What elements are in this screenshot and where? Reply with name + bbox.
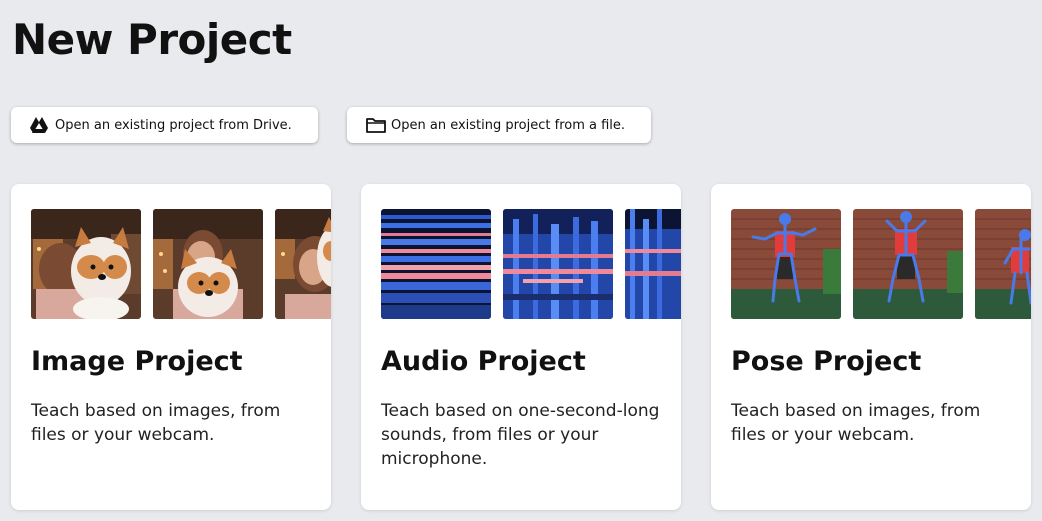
card-title: Image Project [31, 346, 243, 377]
open-from-file-button[interactable]: Open an existing project from a file. [347, 107, 651, 143]
card-title: Pose Project [731, 346, 922, 377]
card-description: Teach based on images, from files or you… [31, 401, 281, 445]
page-title: New Project [12, 15, 292, 64]
card-description: Teach based on images, from files or you… [731, 401, 981, 445]
pose-project-card[interactable]: Pose Project Teach based on images, from… [711, 184, 1031, 510]
audio-project-card[interactable]: Audio Project Teach based on one-second-… [361, 184, 681, 510]
google-drive-icon [29, 116, 51, 134]
thumbnail-image [31, 209, 141, 319]
image-project-thumbnails [31, 209, 331, 319]
thumbnail-image [275, 209, 331, 319]
folder-icon [365, 116, 387, 134]
open-from-drive-button[interactable]: Open an existing project from Drive. [11, 107, 318, 143]
audio-project-thumbnails [381, 209, 681, 319]
spectrogram-thumbnail [381, 209, 491, 319]
spectrogram-thumbnail [625, 209, 681, 319]
card-title: Audio Project [381, 346, 586, 377]
card-description: Teach based on one-second-long sounds, f… [381, 401, 660, 469]
thumbnail-image [153, 209, 263, 319]
pose-thumbnail [731, 209, 841, 319]
open-from-drive-label: Open an existing project from Drive. [55, 117, 292, 133]
open-from-file-label: Open an existing project from a file. [391, 117, 626, 133]
image-project-card[interactable]: Image Project Teach based on images, fro… [11, 184, 331, 510]
pose-project-thumbnails [731, 209, 1031, 319]
pose-thumbnail [975, 209, 1031, 319]
spectrogram-thumbnail [503, 209, 613, 319]
pose-thumbnail [853, 209, 963, 319]
